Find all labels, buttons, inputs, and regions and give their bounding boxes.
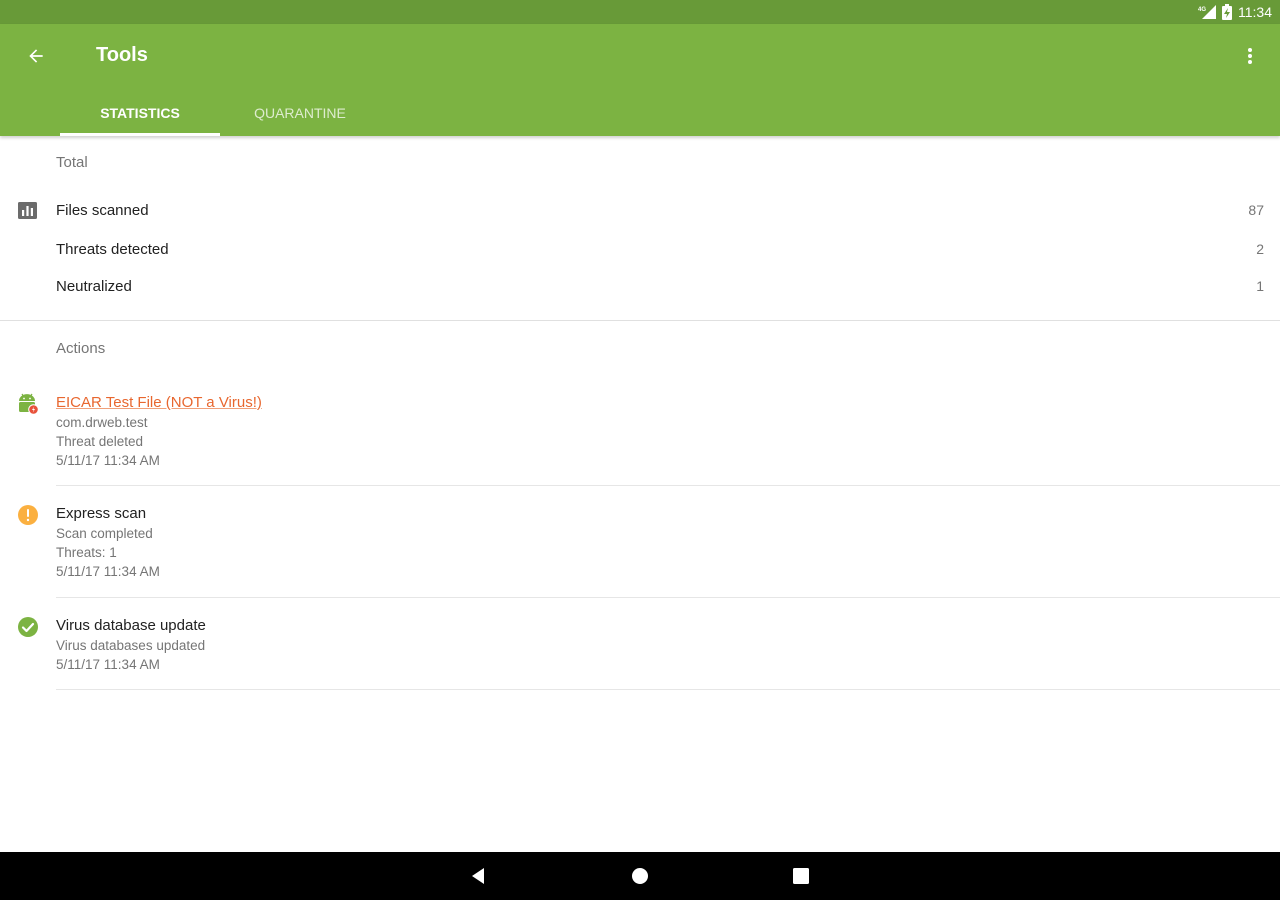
tab-bar: STATISTICS QUARANTINE: [60, 90, 380, 136]
nav-back-button[interactable]: [466, 864, 490, 888]
app-bar: Tools STATISTICS QUARANTINE: [0, 24, 1280, 136]
nav-home-button[interactable]: [628, 864, 652, 888]
action-status: Scan completed: [56, 526, 153, 541]
action-title: Express scan: [56, 505, 147, 522]
signal-4g-icon: 4G: [1198, 5, 1216, 19]
action-item-eicar[interactable]: EICAR Test File (NOT a Virus!) com.drweb…: [0, 393, 1280, 485]
stat-row-threats-detected: Threats detected 2: [0, 231, 1280, 267]
stat-row-neutralized: Neutralized 1: [0, 268, 1280, 304]
svg-text:4G: 4G: [1198, 7, 1206, 13]
list-divider: [56, 689, 1280, 690]
clock: 11:34: [1238, 4, 1272, 20]
arrow-left-icon: [29, 49, 43, 63]
system-nav-bar: [0, 852, 1280, 900]
back-button[interactable]: [20, 40, 52, 72]
action-item-express-scan[interactable]: Express scan Scan completed Threats: 1 5…: [0, 504, 1280, 596]
list-divider: [56, 597, 1280, 598]
list-divider: [56, 485, 1280, 486]
action-timestamp: 5/11/17 11:34 AM: [56, 657, 160, 672]
stat-value: 2: [1256, 241, 1264, 257]
action-status: Threat deleted: [56, 434, 144, 449]
action-timestamp: 5/11/17 11:34 AM: [56, 564, 160, 579]
stat-label: Neutralized: [56, 277, 132, 295]
total-header: Total: [56, 154, 88, 171]
bar-chart-icon: [18, 201, 37, 219]
action-title: Virus database update: [56, 617, 206, 634]
stat-label: Files scanned: [56, 201, 149, 219]
stat-label: Threats detected: [56, 240, 169, 258]
square-recents-icon: [793, 868, 809, 884]
check-circle-icon: [18, 617, 38, 637]
action-package: com.drweb.test: [56, 415, 148, 430]
more-options-button[interactable]: [1238, 44, 1262, 68]
stat-value: 87: [1248, 202, 1264, 218]
action-item-database-update[interactable]: Virus database update Virus databases up…: [0, 616, 1280, 690]
android-threat-icon: [19, 393, 39, 415]
stat-row-files-scanned: Files scanned 87: [0, 192, 1280, 228]
tab-quarantine[interactable]: QUARANTINE: [220, 90, 380, 136]
tab-statistics[interactable]: STATISTICS: [60, 90, 220, 136]
action-title-link[interactable]: EICAR Test File (NOT a Virus!): [56, 393, 262, 413]
page-title: Tools: [96, 44, 148, 66]
action-status: Virus databases updated: [56, 638, 206, 653]
action-timestamp: 5/11/17 11:34 AM: [56, 453, 160, 468]
battery-charging-icon: [1222, 4, 1232, 20]
action-threats: Threats: 1: [56, 545, 117, 560]
section-divider: [0, 320, 1280, 321]
stat-value: 1: [1256, 278, 1264, 294]
circle-home-icon: [632, 868, 648, 884]
nav-recents-button[interactable]: [789, 864, 813, 888]
actions-header: Actions: [56, 340, 106, 357]
warning-circle-icon: [18, 505, 38, 525]
status-bar: 4G 11:34: [0, 0, 1280, 24]
more-vert-icon: [1248, 48, 1252, 64]
triangle-back-icon: [472, 868, 484, 884]
